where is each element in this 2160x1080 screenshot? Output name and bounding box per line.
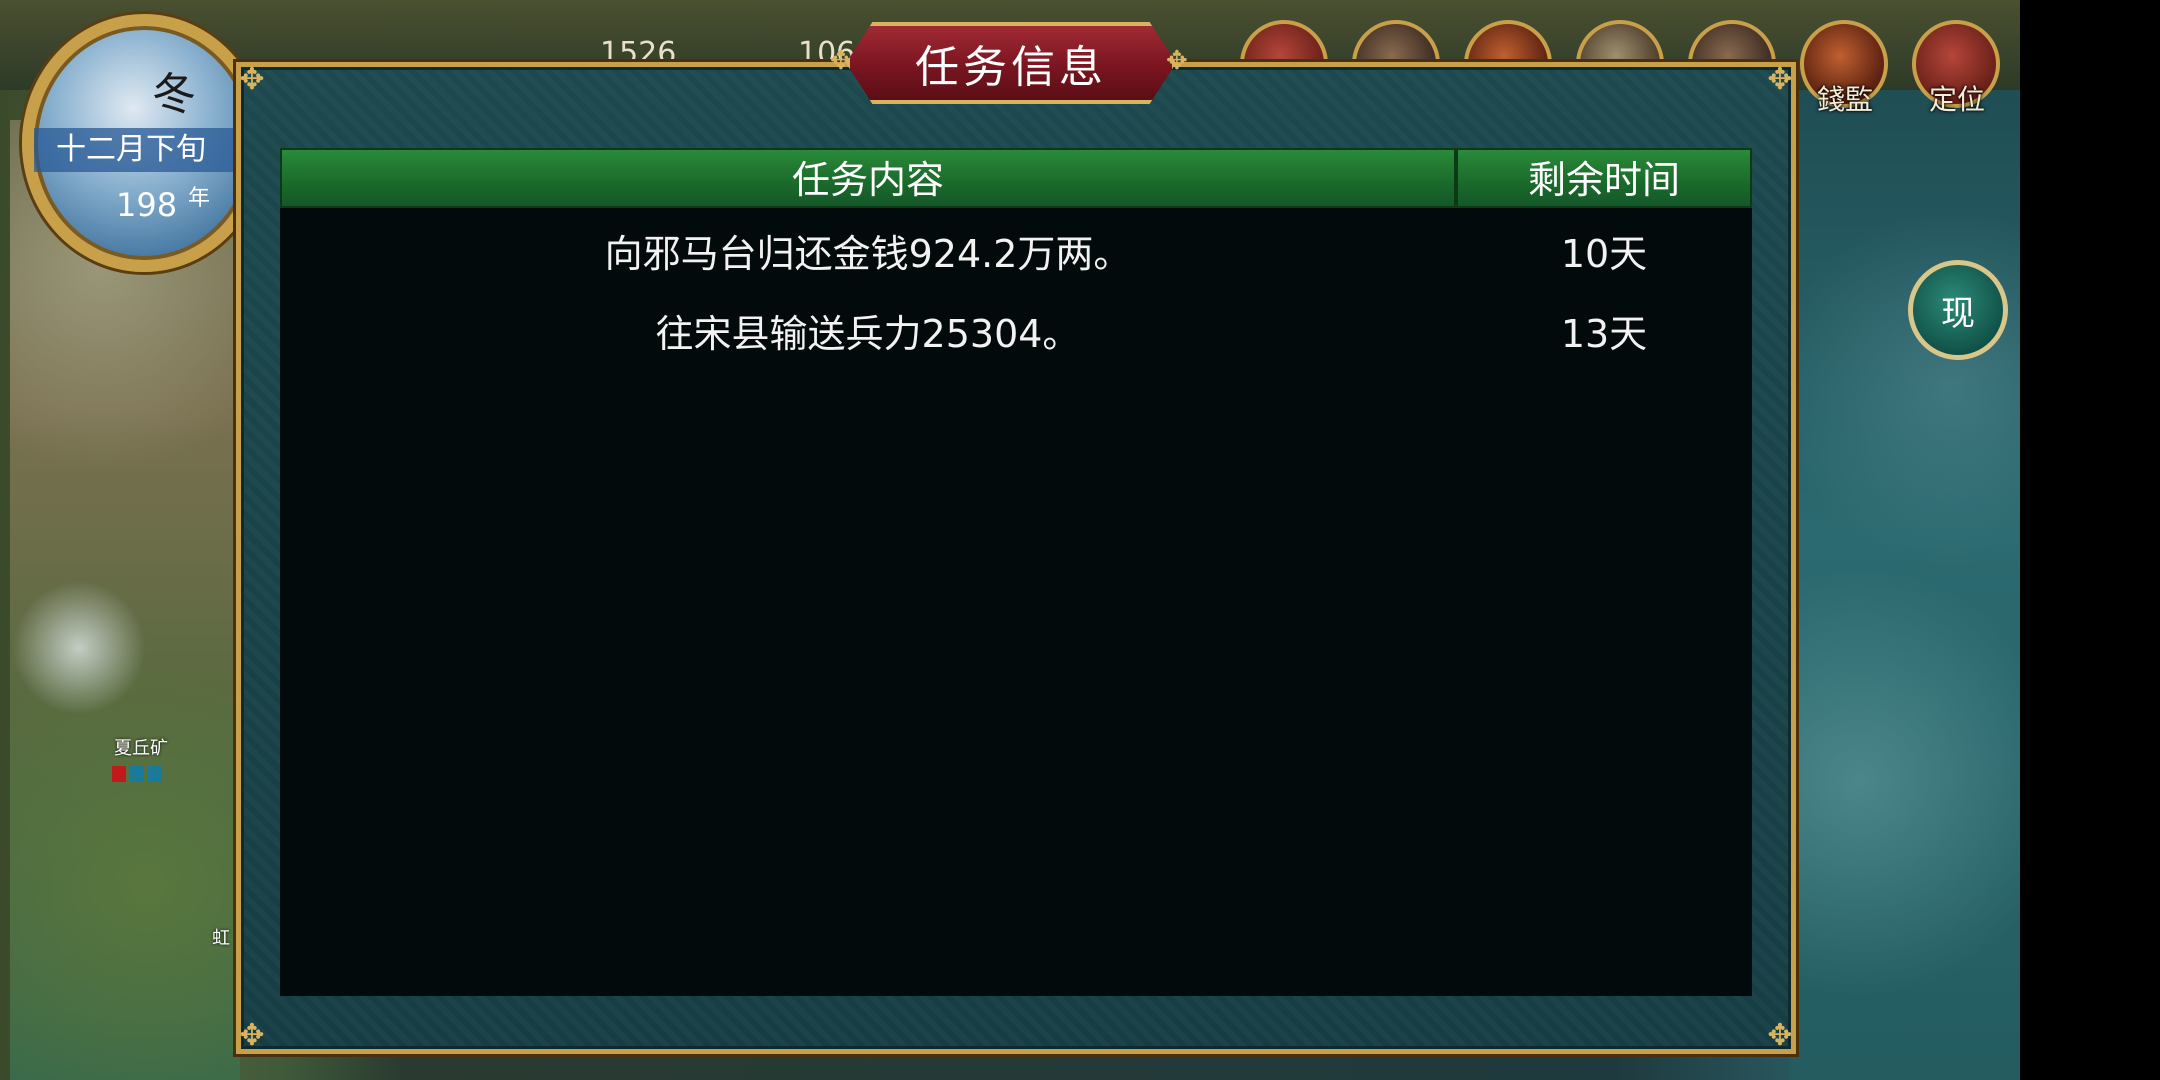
mine-label[interactable]: 夏丘矿 (114, 734, 168, 760)
show-button[interactable]: 现 (1908, 260, 2008, 360)
task-remaining: 13天 (1560, 312, 1648, 356)
column-header-content-text: 任务内容 (791, 158, 944, 202)
corner-ornament-icon: ✥ (239, 62, 265, 97)
world-map-right[interactable] (1790, 90, 2020, 1080)
city-flag-icon (148, 766, 162, 782)
show-button-label: 现 (1941, 293, 1975, 334)
season-text: 冬 (152, 69, 196, 120)
city-flag-icon (112, 766, 126, 782)
corner-ornament-icon: ✥ (1767, 62, 1793, 97)
task-table: 任务内容 剩余时间 向邪马台归还金钱924.2万两。 10天 往宋县输送兵力25… (280, 148, 1752, 996)
map-label-partial[interactable]: 虹 (212, 924, 230, 950)
task-content: 往宋县输送兵力25304。 (655, 312, 1081, 356)
title-ornament-icon: ✥ (1166, 46, 1188, 76)
task-remaining: 10天 (1560, 232, 1648, 276)
table-row[interactable]: 向邪马台归还金钱924.2万两。 10天 (280, 214, 1752, 294)
task-content: 向邪马台归还金钱924.2万两。 (604, 232, 1132, 276)
locate-button-label[interactable]: 定位 (1907, 78, 2007, 118)
column-header-remaining-text: 剩余时间 (1527, 158, 1680, 202)
year-label: 年 (188, 186, 211, 211)
column-header-remaining: 剩余时间 (1456, 148, 1752, 208)
dialog-title: 任务信息 (846, 22, 1176, 104)
corner-ornament-icon: ✥ (239, 1018, 265, 1053)
year-text: 198 (116, 186, 178, 224)
dialog-title-text: 任务信息 (915, 42, 1107, 93)
month-text: 十二月下旬 (34, 128, 244, 172)
corner-ornament-icon: ✥ (1767, 1018, 1793, 1053)
qianjian-button-label[interactable]: 錢監 (1795, 78, 1895, 118)
column-header-content: 任务内容 (280, 148, 1456, 208)
city-flag-icon (130, 766, 144, 782)
table-row[interactable]: 往宋县输送兵力25304。 13天 (280, 294, 1752, 374)
